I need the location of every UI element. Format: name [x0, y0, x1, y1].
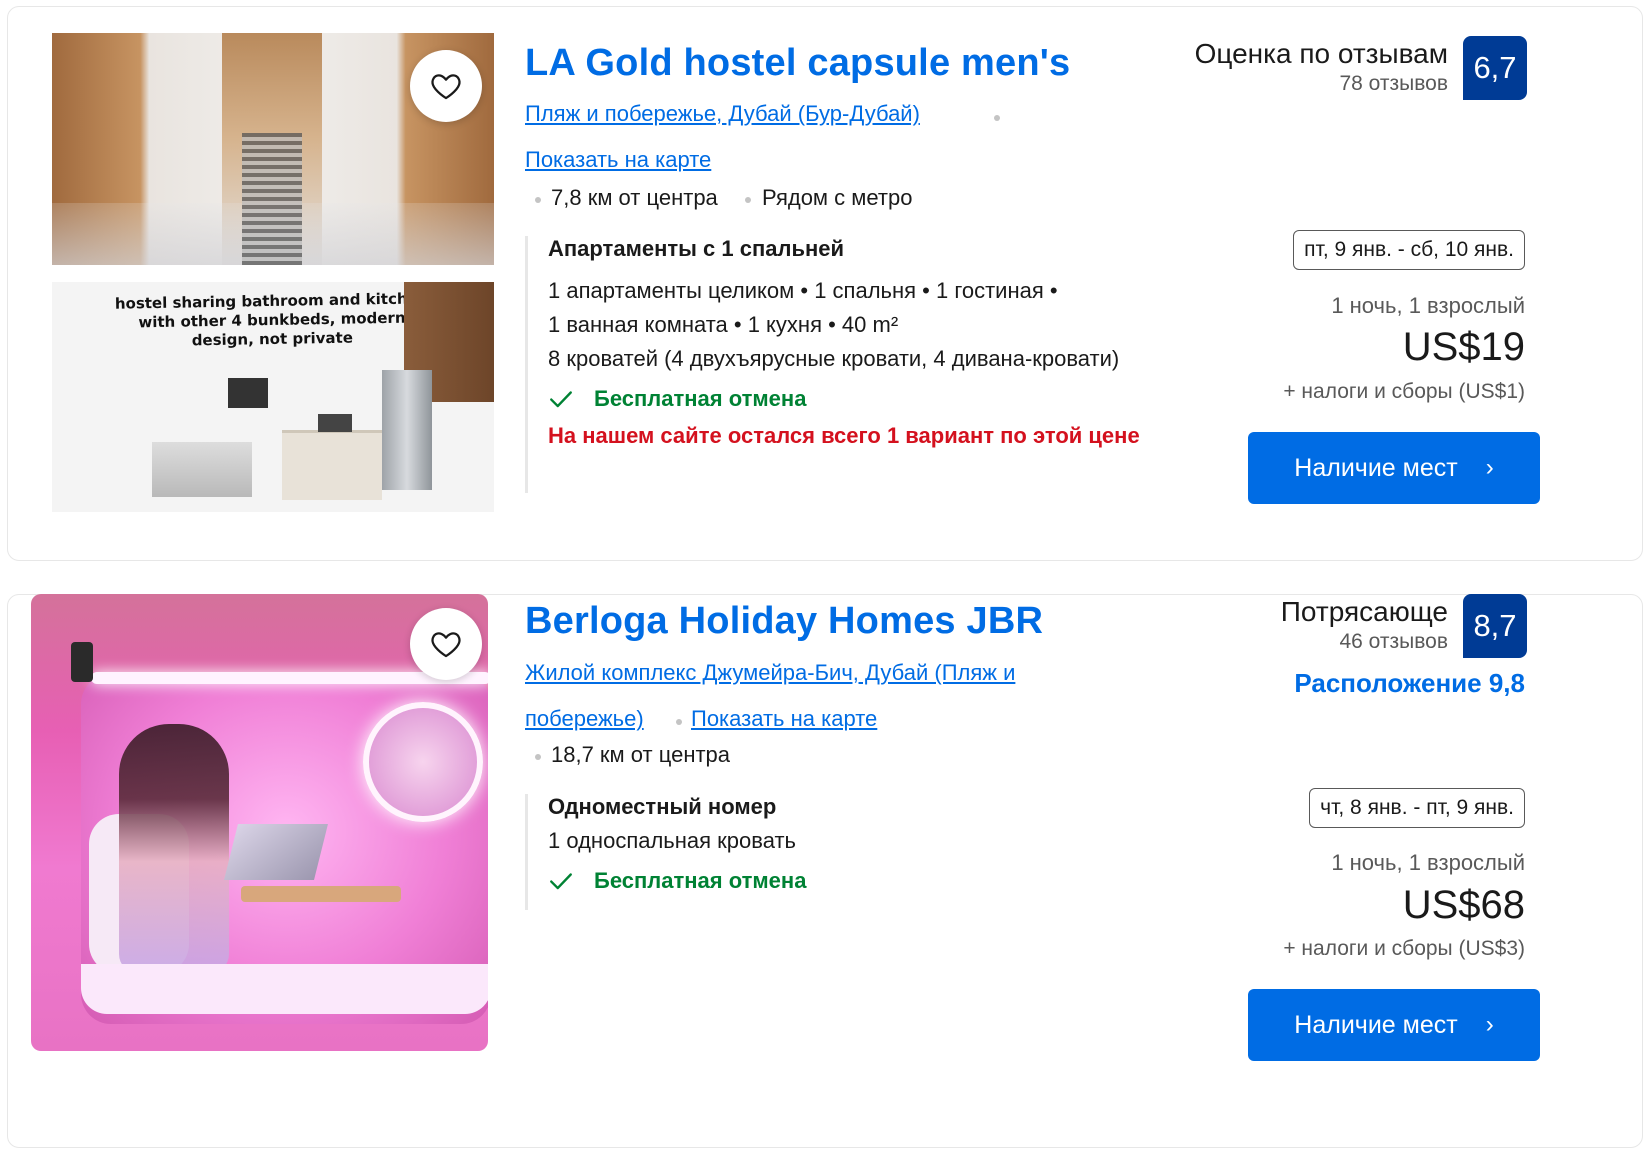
address-link[interactable]: Пляж и побережье, Дубай (Бур-Дубай) — [525, 101, 920, 127]
show-on-map-link[interactable]: Показать на карте — [525, 147, 711, 173]
heart-outline-icon — [431, 74, 461, 100]
chevron-right-icon: › — [1485, 1011, 1494, 1038]
rating-label: Потрясающе — [1280, 596, 1448, 627]
separator-dot — [676, 719, 682, 725]
stay-dates: пт, 9 янв. - сб, 10 янв. — [1293, 230, 1525, 270]
photo-table — [241, 886, 401, 902]
free-cancellation-label: Бесплатная отмена — [594, 868, 807, 893]
see-availability-button[interactable]: Наличие мест › — [1248, 432, 1540, 504]
taxes-and-fees: + налоги и сборы (US$3) — [1283, 937, 1525, 960]
room-detail: 1 ванная комната • 1 кухня • 40 m² — [548, 312, 899, 337]
free-cancellation-label: Бесплатная отмена — [594, 386, 807, 411]
photo-caption: hostel sharing bathroom and kitchen with… — [114, 289, 429, 350]
heart-outline-icon — [431, 632, 461, 658]
review-summary[interactable]: Оценка по отзывам 78 отзывов — [1195, 38, 1448, 96]
room-detail: 1 апартаменты целиком • 1 спальня • 1 го… — [548, 278, 1058, 303]
photo-board — [228, 378, 268, 408]
stay-summary: 1 ночь, 1 взрослый — [1331, 293, 1525, 318]
button-label: Наличие мест — [1294, 1010, 1458, 1039]
checkmark-icon — [550, 391, 572, 408]
chevron-right-icon: › — [1485, 454, 1494, 481]
free-cancellation: Бесплатная отмена — [548, 386, 1148, 412]
price: US$19 — [1402, 325, 1525, 369]
photo-fridge — [382, 370, 432, 490]
save-favorite-button[interactable] — [410, 608, 482, 680]
review-score-badge[interactable]: 8,7 — [1463, 594, 1527, 658]
metro-nearby: Рядом с метро — [762, 185, 913, 210]
separator-dot — [745, 197, 751, 203]
photo-mirror — [363, 702, 483, 822]
review-count: 78 отзывов — [1339, 72, 1448, 95]
photo-panel — [71, 642, 93, 682]
photo-counter — [282, 430, 382, 500]
taxes-and-fees: + налоги и сборы (US$1) — [1283, 380, 1525, 403]
review-score-badge[interactable]: 6,7 — [1463, 36, 1527, 100]
free-cancellation: Бесплатная отмена — [548, 868, 806, 894]
review-count: 46 отзывов — [1339, 630, 1448, 653]
photo-microwave — [318, 414, 352, 432]
price: US$68 — [1402, 883, 1525, 927]
separator-dot — [994, 115, 1000, 121]
photo-person — [119, 724, 229, 974]
button-label: Наличие мест — [1294, 453, 1458, 482]
stay-dates: чт, 8 янв. - пт, 9 янв. — [1309, 788, 1525, 828]
rating-label: Оценка по отзывам — [1194, 38, 1448, 69]
distance-from-center: 18,7 км от центра — [551, 742, 731, 767]
photo-rug — [242, 133, 302, 265]
room-detail: 1 односпальная кровать — [548, 828, 797, 853]
stay-summary: 1 ночь, 1 взрослый — [1331, 850, 1525, 875]
property-title[interactable]: Berloga Holiday Homes JBR — [525, 600, 1043, 643]
separator-dot — [535, 197, 541, 203]
room-detail: 8 кроватей (4 двухъярусные кровати, 4 ди… — [548, 346, 1120, 371]
property-title[interactable]: LA Gold hostel capsule men's — [525, 42, 1070, 85]
scarcity-message: На нашем сайте остался всего 1 вариант п… — [548, 423, 1140, 448]
checkmark-icon — [550, 873, 572, 890]
show-on-map-link[interactable]: Показать на карте — [691, 706, 877, 732]
photo-sofa — [152, 442, 252, 497]
room-title: Апартаменты с 1 спальней — [548, 236, 845, 261]
room-info: Апартаменты с 1 спальней 1 апартаменты ц… — [525, 236, 1148, 493]
photo-bed — [81, 964, 488, 1014]
address-link-continued[interactable]: побережье) — [525, 706, 644, 732]
save-favorite-button[interactable] — [410, 50, 482, 122]
separator-dot — [535, 754, 541, 760]
see-availability-button[interactable]: Наличие мест › — [1248, 989, 1540, 1061]
room-info: Одноместный номер 1 односпальная кровать… — [525, 794, 806, 910]
room-title: Одноместный номер — [548, 794, 777, 819]
review-summary[interactable]: Потрясающе 46 отзывов — [1281, 596, 1448, 654]
distance-from-center: 7,8 км от центра — [551, 185, 718, 210]
address-link[interactable]: Жилой комплекс Джумейра-Бич, Дубай (Пляж… — [525, 660, 1015, 686]
photo-laptop — [224, 824, 328, 880]
property-photo-secondary[interactable]: hostel sharing bathroom and kitchen with… — [52, 282, 494, 512]
location-score: Расположение 9,8 — [1294, 668, 1525, 698]
